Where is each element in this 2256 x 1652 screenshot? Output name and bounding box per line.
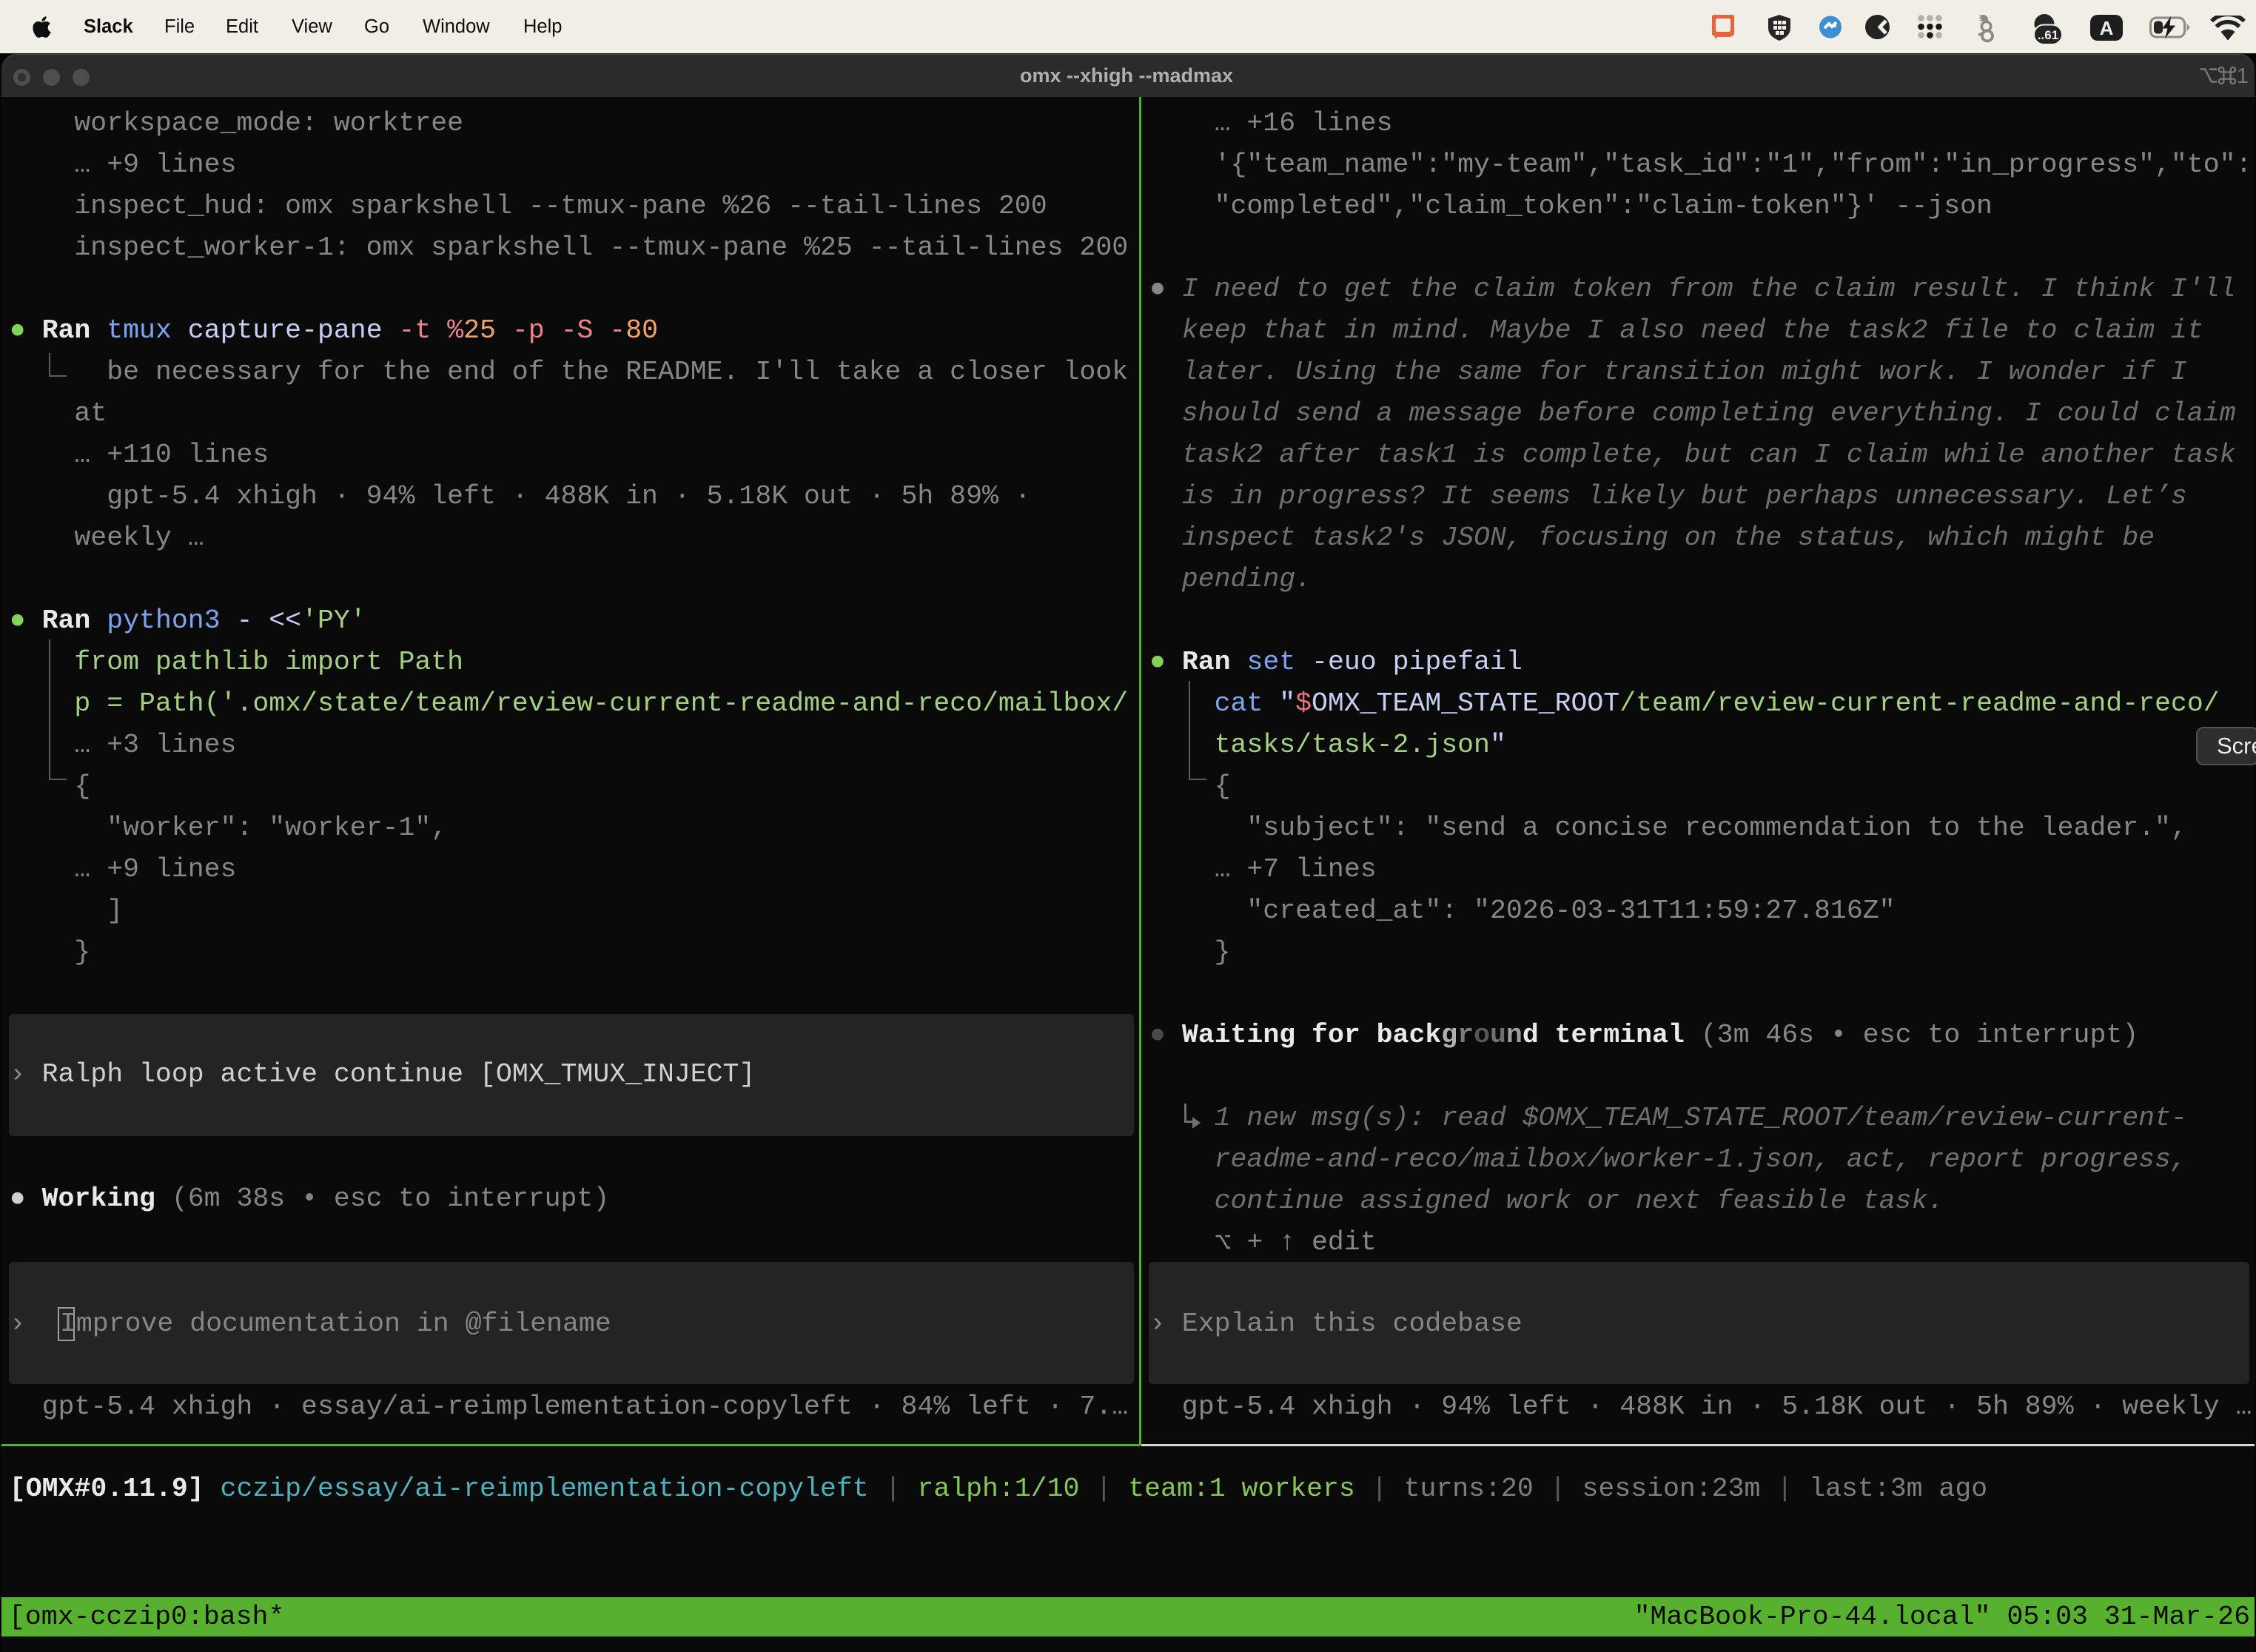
svg-text:..61: ..61 <box>2038 28 2058 42</box>
svg-text:A: A <box>2100 17 2114 39</box>
